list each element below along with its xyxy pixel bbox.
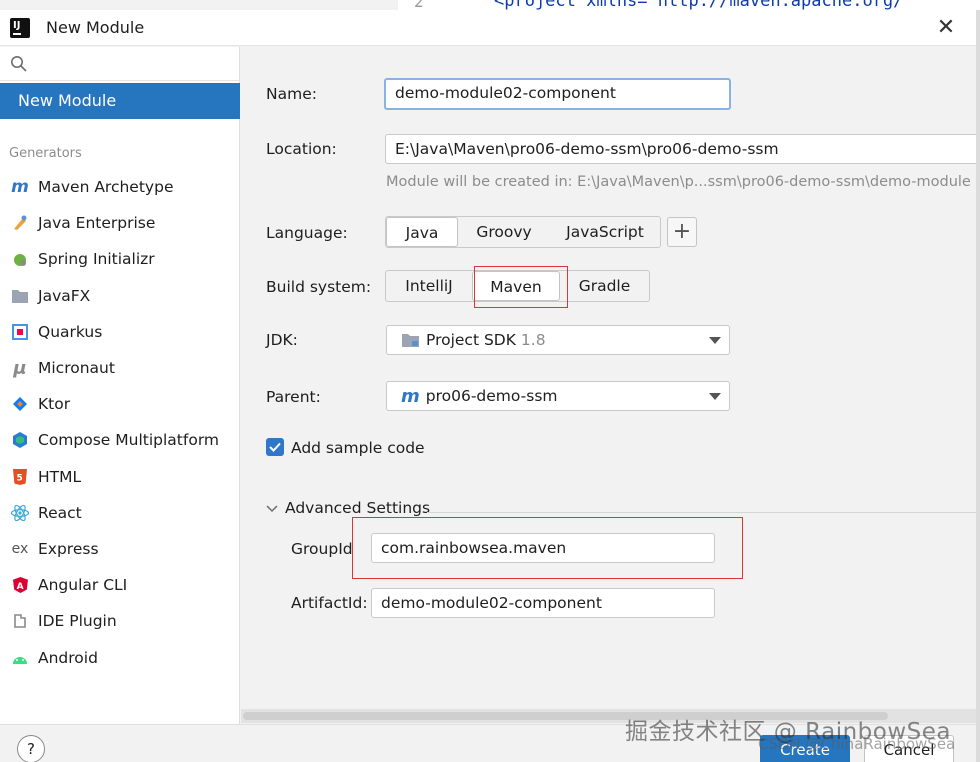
react-icon [10, 503, 30, 523]
sample-code-checkbox[interactable] [266, 438, 284, 456]
location-input[interactable]: E:\Java\Maven\pro06-demo-ssm\pro06-demo-… [385, 134, 976, 164]
android-icon [10, 648, 30, 668]
sidebar-item-label: Quarkus [38, 322, 103, 341]
sidebar-item-label: Micronaut [38, 359, 115, 378]
location-hint: Module will be created in: E:\Java\Maven… [386, 174, 971, 190]
sidebar-item-ktor[interactable]: Ktor [0, 386, 240, 422]
maven-highlight-box [474, 266, 568, 308]
add-language-button[interactable]: + [667, 217, 697, 247]
title-bar: IJ New Module ✕ [0, 10, 976, 46]
artifactid-label: ArtifactId: [291, 594, 368, 612]
sidebar-item-label: Android [38, 648, 98, 667]
sidebar-item-quarkus[interactable]: Quarkus [0, 314, 240, 350]
sidebar-item-label: Express [38, 539, 99, 558]
editor-code: <project xmlns="http://maven.apache.org/ [494, 0, 904, 10]
sidebar-item-label: Compose Multiplatform [38, 431, 220, 450]
groupid-label: GroupId [291, 540, 353, 558]
settings-form: Name: demo-module02-component Location: … [241, 47, 976, 724]
parent-label: Parent: [266, 388, 321, 406]
intellij-icon: IJ [8, 16, 30, 38]
ktor-icon [10, 394, 30, 414]
sidebar-item-javafx[interactable]: JavaFX [0, 278, 240, 314]
sidebar-item-angular-cli[interactable]: A Angular CLI [0, 567, 240, 603]
maven-icon: m [401, 385, 420, 407]
watermark-subtext: CSDN @ChinaRainbowSea [758, 735, 956, 753]
sidebar-item-express[interactable]: ex Express [0, 531, 240, 567]
sidebar-item-micronaut[interactable]: μ Micronaut [0, 350, 240, 386]
jdk-version: 1.8 [520, 331, 546, 349]
java-enterprise-icon [10, 213, 30, 233]
search-icon [11, 56, 27, 72]
sidebar-item-compose-multiplatform[interactable]: Compose Multiplatform [0, 422, 240, 458]
jdk-label: JDK: [266, 331, 298, 349]
artifactid-input[interactable]: demo-module02-component [371, 588, 715, 618]
angular-icon: A [10, 575, 30, 595]
html5-icon: 5 [10, 467, 30, 487]
chevron-down-icon [709, 337, 721, 344]
sidebar-item-java-enterprise[interactable]: Java Enterprise [0, 205, 240, 241]
generators-list: m Maven Archetype Java Enterprise Spring… [0, 169, 240, 676]
groupid-highlight-box [352, 517, 743, 579]
background-strip [976, 10, 980, 762]
jdk-dropdown[interactable]: Project SDK 1.8 [386, 325, 730, 355]
language-label: Language: [266, 224, 348, 242]
sidebar-item-maven-archetype[interactable]: m Maven Archetype [0, 169, 240, 205]
name-label: Name: [266, 85, 317, 103]
editor-line-number: 2 [414, 0, 424, 10]
sidebar-item-android[interactable]: Android [0, 639, 240, 675]
language-java[interactable]: Java [386, 217, 458, 247]
sidebar-item-label: Java Enterprise [38, 214, 156, 233]
background-editor: 2 <project xmlns="http://maven.apache.or… [398, 0, 980, 10]
javafx-folder-icon [10, 286, 30, 306]
sidebar-item-label: Ktor [38, 395, 71, 414]
jdk-value: Project SDK [426, 331, 516, 349]
compose-icon [10, 430, 30, 450]
language-javascript[interactable]: JavaScript [550, 217, 660, 247]
sidebar-item-label: Angular CLI [38, 576, 128, 595]
maven-icon: m [11, 177, 29, 198]
sidebar-item-label: React [38, 503, 82, 522]
sidebar-item-label: Spring Initializr [38, 250, 155, 269]
plugin-icon [10, 611, 30, 631]
location-label: Location: [266, 140, 337, 158]
spring-icon [10, 249, 30, 269]
name-input[interactable]: demo-module02-component [384, 78, 731, 110]
sidebar-item-label: JavaFX [38, 286, 91, 305]
sidebar-item-label: HTML [38, 467, 82, 486]
express-icon: ex [11, 540, 29, 557]
sdk-folder-icon [402, 334, 419, 347]
close-button[interactable]: ✕ [934, 16, 958, 40]
chevron-down-icon [709, 393, 721, 400]
build-intellij[interactable]: IntelliJ [386, 271, 472, 301]
svg-text:5: 5 [17, 473, 23, 483]
sidebar-item-ide-plugin[interactable]: IDE Plugin [0, 603, 240, 639]
sidebar: New Module Generators m Maven Archetype … [0, 47, 240, 724]
help-button[interactable]: ? [17, 735, 45, 762]
window-title: New Module [46, 18, 145, 37]
parent-dropdown[interactable]: m pro06-demo-ssm [386, 381, 730, 411]
checkmark-icon [269, 442, 281, 452]
svg-text:A: A [16, 582, 23, 592]
sidebar-item-html[interactable]: 5 HTML [0, 459, 240, 495]
advanced-divider [427, 512, 976, 513]
quarkus-icon [10, 322, 30, 342]
advanced-settings-label: Advanced Settings [285, 499, 431, 517]
sidebar-item-react[interactable]: React [0, 495, 240, 531]
language-groovy[interactable]: Groovy [458, 217, 550, 247]
build-system-label: Build system: [266, 278, 372, 296]
micronaut-icon: μ [13, 357, 27, 379]
build-gradle[interactable]: Gradle [560, 271, 649, 301]
sidebar-item-label: Maven Archetype [38, 178, 174, 197]
sidebar-item-spring-initializr[interactable]: Spring Initializr [0, 241, 240, 277]
sidebar-item-new-module[interactable]: New Module [0, 83, 240, 119]
chevron-down-icon [266, 505, 278, 513]
parent-value: pro06-demo-ssm [425, 387, 558, 405]
generators-label: Generators [9, 146, 82, 161]
sidebar-search[interactable] [0, 47, 240, 81]
sidebar-item-label: IDE Plugin [38, 612, 117, 631]
sample-code-label[interactable]: Add sample code [291, 439, 425, 457]
language-selector: Java Groovy JavaScript [385, 216, 661, 248]
